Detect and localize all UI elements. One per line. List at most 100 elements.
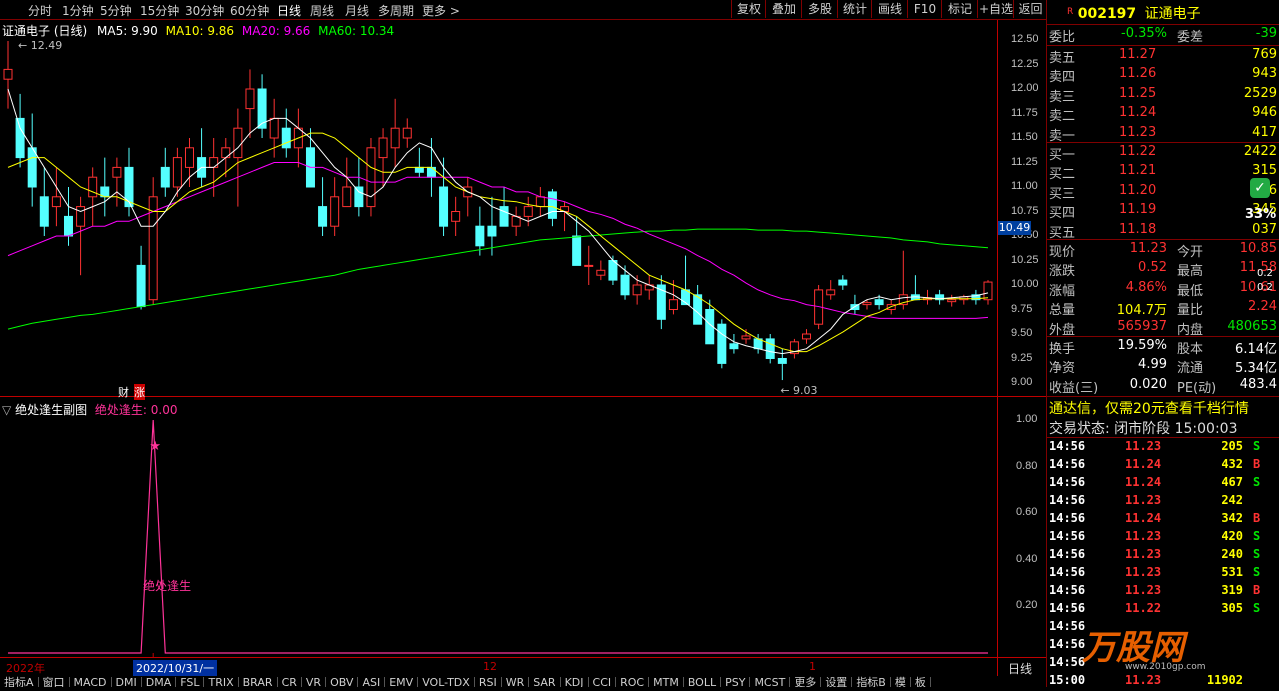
indicator-tab-14[interactable]: RSI [475, 677, 502, 687]
sub-title[interactable]: 绝处逢生副图 [15, 403, 87, 417]
sub-collapse-icon[interactable]: ▽ [2, 403, 11, 417]
sells-row[interactable]: 卖四 11.26 943 [1049, 66, 1277, 85]
buys-label: 买四 [1049, 206, 1076, 222]
indicator-tab-6[interactable]: TRIX [204, 677, 239, 687]
mini-v1: 0.2 [1257, 268, 1273, 279]
candle-down [439, 186, 449, 227]
indicator-tab-19[interactable]: ROC [616, 677, 650, 687]
indicator-tab-12[interactable]: EMV [385, 677, 419, 687]
buys-row[interactable]: 买一 11.22 2422 [1049, 144, 1277, 163]
quote-label2: 今开 [1177, 245, 1204, 260]
indicator-tab-1[interactable]: 窗口 [39, 677, 70, 687]
candle-up [233, 127, 243, 159]
indicator-tab-28[interactable]: 板 [911, 677, 931, 687]
indicator-tab-7[interactable]: BRAR [239, 677, 278, 687]
indicator-tab-26[interactable]: 指标B [852, 677, 891, 687]
buys-row[interactable]: 买四 11.19 345 [1049, 202, 1277, 221]
quote-row: 总量 104.7万 量比 2.24 [1049, 299, 1277, 318]
sells-label: 卖三 [1049, 89, 1076, 105]
sub-tick: 0.80 [1016, 459, 1038, 472]
buys-row[interactable]: 买二 11.21 315 [1049, 163, 1277, 182]
toolbar-btn-8[interactable]: 返回 [1013, 0, 1047, 18]
sells-vol: 943 [1252, 66, 1277, 82]
price-tick: 12.00 [1011, 82, 1039, 94]
indicator-tab-9[interactable]: VR [302, 677, 327, 687]
quote-label2: 最高 [1177, 264, 1204, 280]
buys-row[interactable]: 买三11.20226 [1049, 183, 1277, 202]
year-label: 2022年 [6, 662, 45, 675]
tick-time: 14:56 [1049, 475, 1086, 489]
candle-up [802, 333, 812, 340]
buys-vol: 315 [1252, 163, 1277, 179]
quote-label2: 内盘 [1177, 322, 1204, 338]
candle-up [88, 176, 98, 198]
ad-banner[interactable]: 通达信，仅需20元查看千档行情 [1049, 398, 1249, 418]
candle-up [947, 299, 957, 303]
indicator-tab-2[interactable]: MACD [70, 677, 112, 687]
quote-value2: 2.24 [1248, 299, 1277, 315]
trade-status: 交易状态: 闭市阶段 15:00:03 [1049, 421, 1238, 437]
sells-row[interactable]: 卖二 11.24 946 [1049, 105, 1277, 124]
tick-price: 11.24 [1125, 457, 1162, 471]
price-tick: 11.00 [1011, 180, 1038, 192]
fund-row: 净资 4.99 流通 5.34亿 [1049, 357, 1277, 376]
candle-down [765, 338, 775, 359]
candle-up [741, 335, 751, 340]
indicator-tab-22[interactable]: PSY [721, 677, 751, 687]
indicator-tab-21[interactable]: BOLL [684, 677, 722, 687]
quote-value: 565937 [1117, 318, 1167, 334]
tick-side: S [1253, 565, 1261, 579]
indicator-tab-3[interactable]: DMI [112, 677, 142, 687]
indicator-tab-23[interactable]: MCST [750, 677, 791, 687]
candle-up [209, 157, 219, 168]
sells-row[interactable]: 卖一 11.23 417 [1049, 125, 1277, 144]
indicator-tab-20[interactable]: MTM [649, 677, 684, 687]
indicator-tab-0[interactable]: 指标A [0, 677, 39, 687]
kline-chart[interactable]: ← 12.49← 9.03★绝处逢生 [0, 0, 997, 660]
indicator-tab-5[interactable]: FSL [176, 677, 205, 687]
indicator-label: 绝处逢生 [143, 578, 191, 593]
quote-row: 涨跌 0.52 最高 11.58 [1049, 260, 1277, 279]
fund-label: 净资 [1049, 361, 1076, 377]
indicator-tab-11[interactable]: ASI [358, 677, 386, 687]
period-label[interactable]: 日线 [1008, 660, 1032, 677]
candle-up [378, 137, 388, 159]
candle-up [535, 196, 545, 208]
price-tick: 12.25 [1011, 57, 1039, 70]
cai-badge[interactable]: 财 [118, 384, 129, 400]
tick-volume: 242 [1221, 493, 1243, 507]
candle-down [487, 225, 497, 237]
indicator-tab-27[interactable]: 模 [891, 677, 911, 687]
candle-down [717, 323, 727, 364]
fund-value2: 6.14亿 [1235, 342, 1277, 357]
cursor-date: 2022/10/31/一 [133, 660, 218, 676]
buys-label: 买五 [1049, 225, 1076, 241]
sub-tick: 0.20 [1016, 599, 1038, 612]
indicator-tab-24[interactable]: 更多 [790, 677, 822, 687]
tick-price: 11.23 [1125, 583, 1162, 597]
indicator-tab-13[interactable]: VOL-TDX [418, 677, 475, 687]
check-icon[interactable]: ✓ [1250, 178, 1270, 198]
tick-time: 14:56 [1049, 457, 1086, 471]
indicator-tab-10[interactable]: OBV [326, 677, 359, 687]
sells-row[interactable]: 卖三 11.25 2529 [1049, 86, 1277, 105]
zhang-badge[interactable]: 涨 [134, 384, 145, 400]
indicator-tab-25[interactable]: 设置 [821, 677, 853, 687]
indicator-tab-16[interactable]: SAR [529, 677, 561, 687]
buys-vol: 2422 [1243, 144, 1277, 159]
candle-up [668, 299, 678, 311]
indicator-tab-18[interactable]: CCI [589, 677, 617, 687]
price-tick: 12.50 [1011, 33, 1039, 45]
candle-up [112, 166, 122, 178]
indicator-tab-15[interactable]: WR [502, 677, 530, 687]
r-mark: R [1067, 7, 1074, 17]
quote-value: 104.7万 [1116, 303, 1167, 319]
buys-row[interactable]: 买五 11.18 037 [1049, 222, 1277, 241]
price-tick: 9.75 [1011, 302, 1033, 315]
candle-down [547, 191, 557, 219]
indicator-tab-17[interactable]: KDJ [561, 677, 589, 687]
indicator-tab-8[interactable]: CR [278, 677, 302, 687]
indicator-tab-4[interactable]: DMA [142, 677, 177, 687]
sells-row[interactable]: 卖五 11.27 769 [1049, 47, 1277, 66]
sub-header: ▽ 绝处逢生副图 绝处逢生: 0.00 [2, 401, 177, 418]
